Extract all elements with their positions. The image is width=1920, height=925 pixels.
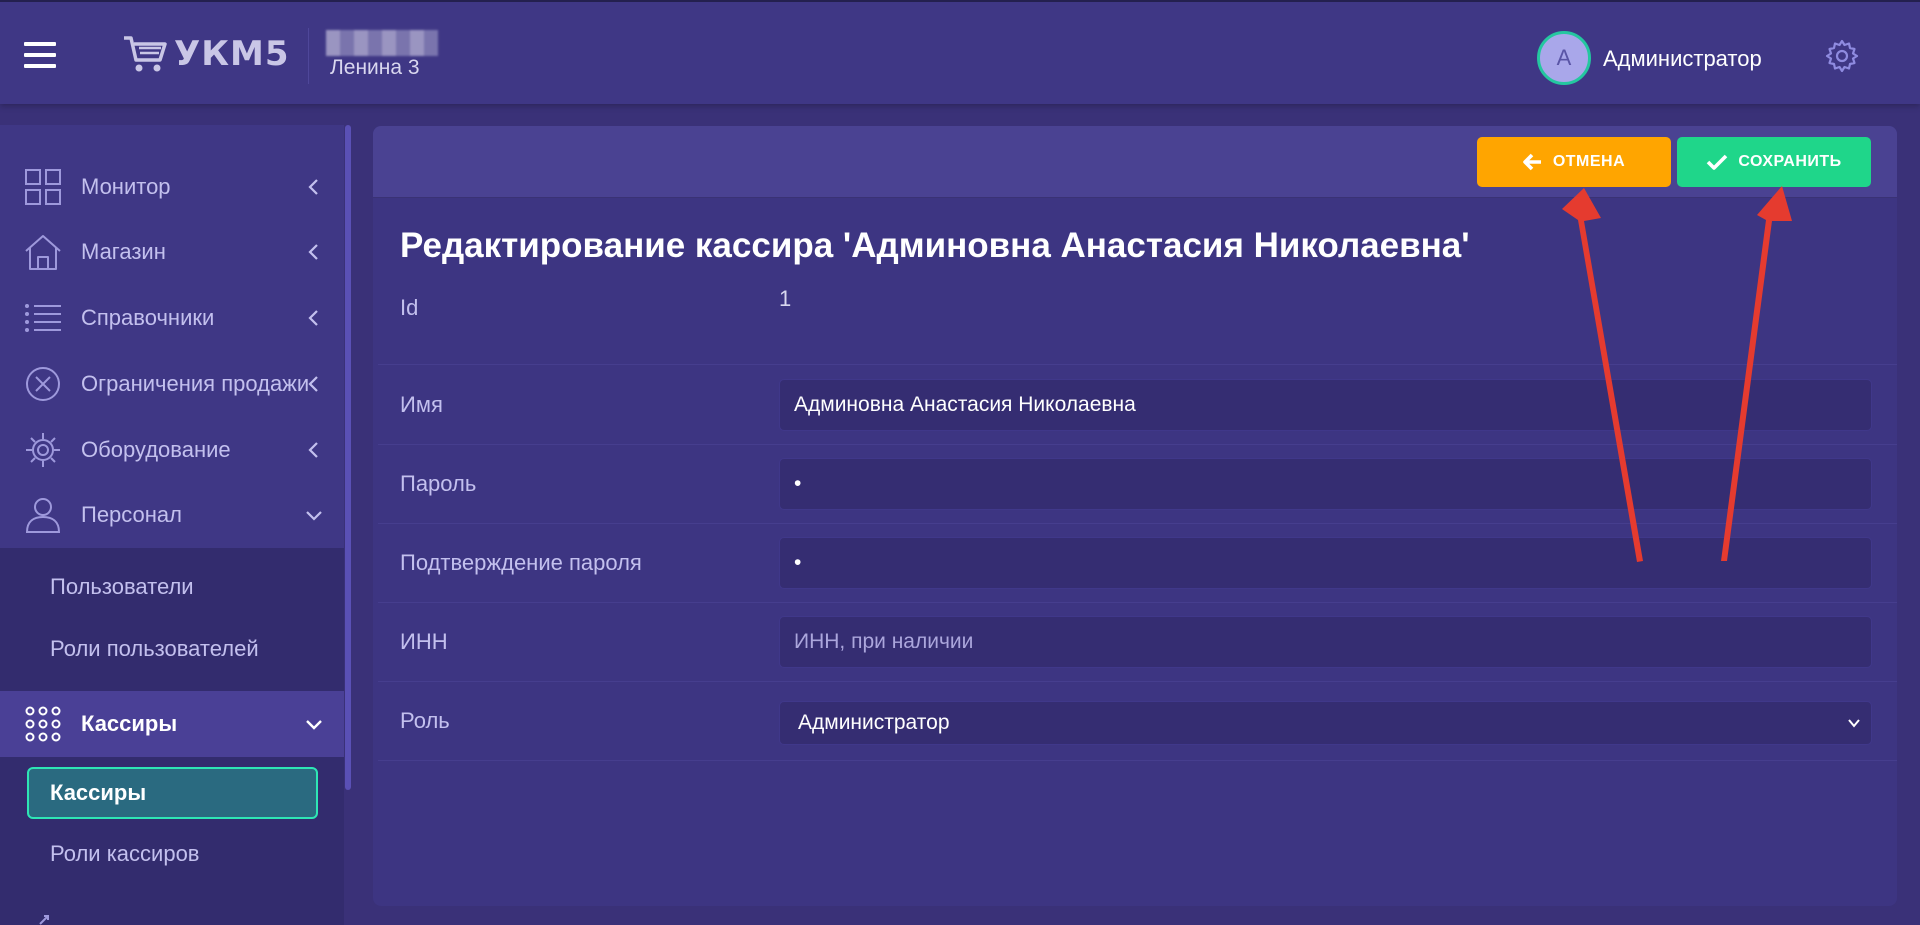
chevron-left-icon	[308, 310, 318, 326]
id-label-text: Id	[400, 295, 419, 320]
sidebar-item-label: Магазин	[81, 239, 166, 264]
avatar[interactable]: А	[1537, 31, 1591, 85]
form-row-confirm-password: Подтверждение пароля •	[378, 524, 1897, 603]
form-row-role: Роль Администратор	[378, 682, 1897, 761]
hamburger-menu-icon[interactable]	[24, 42, 56, 68]
ban-icon	[26, 367, 60, 401]
sidebar-item-label: Персонал	[81, 502, 182, 527]
sidebar-item-label: Монитор	[81, 174, 171, 199]
role-label: Роль	[400, 708, 450, 733]
sidebar-item-label: Справочники	[81, 305, 215, 330]
name-label: Имя	[400, 392, 443, 417]
sidebar-item-monitor[interactable]: Монитор	[0, 156, 344, 218]
store-id-blurred	[326, 30, 438, 56]
cancel-label: ОТМЕНА	[1552, 153, 1626, 170]
cancel-button[interactable]: ОТМЕНА	[1477, 137, 1671, 187]
id-value: 1	[779, 286, 792, 311]
user-icon	[25, 498, 61, 533]
dots-grid-icon	[25, 706, 61, 742]
sidebar-subitem-users[interactable]: Пользователи	[50, 574, 194, 600]
logo-text: УКМ5	[174, 34, 290, 74]
sidebar-item-store[interactable]: Магазин	[0, 221, 344, 283]
chevron-down-icon	[1848, 719, 1860, 728]
gear-icon[interactable]	[1824, 38, 1860, 74]
form-row-name: Имя Админовна Анастасия Николаевна	[378, 366, 1897, 445]
sidebar-subitem-cashiers[interactable]: Кассиры	[27, 767, 318, 819]
sidebar: Монитор Магазин Справочники Ограничения …	[0, 125, 344, 925]
sidebar-item-personnel[interactable]: Персонал	[0, 484, 344, 546]
list-icon	[25, 304, 61, 332]
sidebar-item-label: Кассиры	[81, 711, 178, 736]
chevron-left-icon	[308, 179, 318, 195]
form-row-id	[378, 271, 1897, 365]
role-select[interactable]: Администратор	[779, 701, 1872, 745]
inn-input[interactable]: ИНН, при наличии	[779, 616, 1872, 668]
sidebar-item-cashiers[interactable]: Кассиры	[0, 691, 344, 757]
personnel-submenu: Пользователи Роли пользователей	[0, 548, 344, 692]
sidebar-scrollbar[interactable]	[345, 125, 351, 790]
store-icon	[25, 235, 61, 270]
inn-label: ИНН	[400, 629, 448, 654]
app-logo[interactable]: УКМ5	[122, 32, 290, 76]
save-label: СОХРАНИТЬ	[1738, 153, 1842, 170]
arrow-left-icon	[1523, 153, 1541, 171]
chevron-left-icon	[308, 244, 318, 260]
user-name[interactable]: Администратор	[1603, 46, 1762, 72]
edit-cashier-card: ОТМЕНА СОХРАНИТЬ Редактирование кассира …	[373, 126, 1897, 906]
sidebar-subitem-user-roles[interactable]: Роли пользователей	[50, 636, 259, 662]
save-button[interactable]: СОХРАНИТЬ	[1677, 137, 1871, 187]
sidebar-item-equipment[interactable]: Оборудование	[0, 419, 344, 481]
confirm-password-label: Подтверждение пароля	[400, 550, 642, 575]
form-row-password: Пароль •	[378, 445, 1897, 524]
sidebar-item-label: Оборудование	[81, 437, 231, 462]
chevron-left-icon	[308, 376, 318, 392]
chevron-down-icon	[306, 720, 322, 730]
password-label: Пароль	[400, 471, 477, 496]
password-input[interactable]: •	[779, 458, 1872, 510]
role-select-value: Администратор	[798, 711, 950, 734]
cashiers-submenu: Кассиры Роли кассиров	[0, 757, 344, 925]
card-toolbar: ОТМЕНА СОХРАНИТЬ	[373, 126, 1897, 198]
name-input[interactable]: Админовна Анастасия Николаевна	[779, 379, 1872, 431]
sidebar-subitem-cashier-roles[interactable]: Роли кассиров	[50, 841, 200, 867]
chevron-left-icon	[308, 442, 318, 458]
check-icon	[1707, 154, 1728, 170]
header-divider	[308, 28, 309, 84]
top-header: УКМ5 Ленина 3 А Администратор	[0, 0, 1920, 104]
store-name[interactable]: Ленина 3	[330, 56, 420, 80]
chevron-down-icon	[306, 511, 322, 521]
confirm-password-input[interactable]: •	[779, 537, 1872, 589]
page-title: Редактирование кассира 'Админовна Анаста…	[400, 226, 1470, 265]
grid-icon	[25, 169, 61, 205]
collapsed-item-icon	[39, 915, 49, 925]
form-row-inn: ИНН ИНН, при наличии	[378, 603, 1897, 682]
cart-icon	[124, 36, 167, 72]
sidebar-item-directories[interactable]: Справочники	[0, 287, 344, 349]
gear-icon	[26, 433, 60, 467]
sidebar-item-label: Ограничения продажи	[81, 371, 310, 396]
sidebar-item-sales-restrictions[interactable]: Ограничения продажи	[0, 353, 344, 415]
